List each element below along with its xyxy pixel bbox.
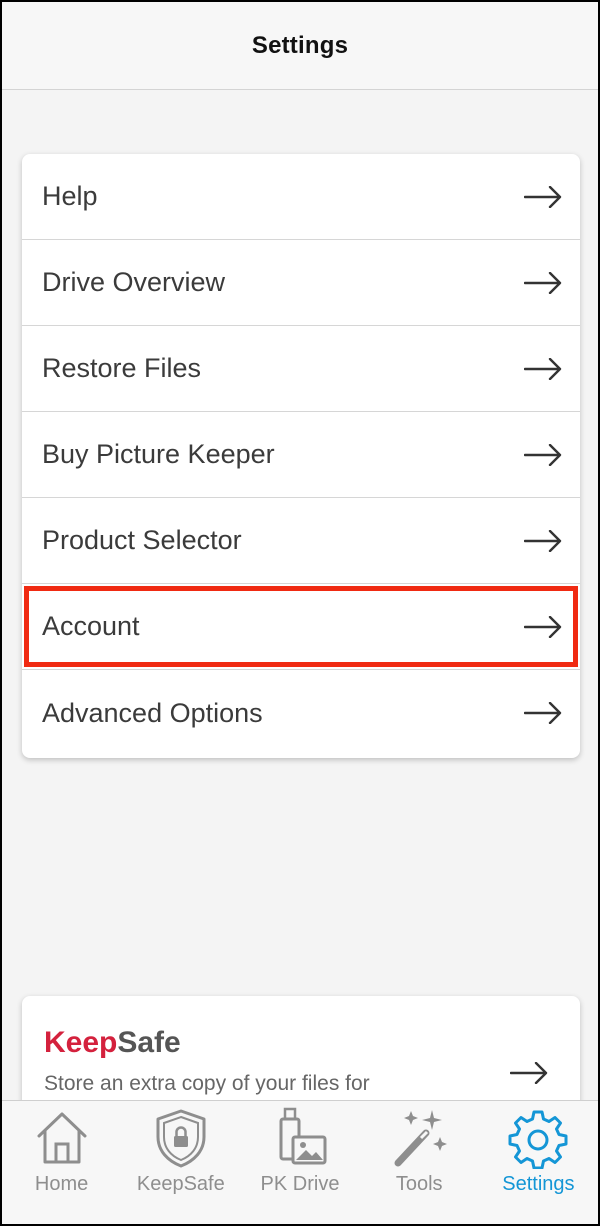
menu-item-buy-picture-keeper[interactable]: Buy Picture Keeper [22, 412, 580, 498]
nav-header: Settings [2, 2, 598, 90]
keepsafe-description: Store an extra copy of your files for [44, 1072, 370, 1095]
tab-pk-drive[interactable]: PK Drive [240, 1101, 359, 1224]
tab-label: Tools [395, 1173, 443, 1195]
arrow-right-icon [510, 1062, 548, 1084]
menu-item-advanced-options[interactable]: Advanced Options [22, 670, 580, 756]
magic-wand-icon [394, 1110, 448, 1167]
menu-item-label: Product Selector [42, 525, 242, 555]
menu-item-help[interactable]: Help [22, 154, 580, 240]
tab-tools[interactable]: Tools [360, 1101, 479, 1224]
arrow-right-icon [524, 357, 562, 380]
tab-label: KeepSafe [136, 1173, 225, 1195]
app-screen: Settings Help Drive Overview Restore Fil… [0, 0, 600, 1226]
tab-label: Settings [502, 1173, 575, 1195]
menu-item-restore-files[interactable]: Restore Files [22, 326, 580, 412]
tab-home[interactable]: Home [2, 1101, 121, 1224]
menu-item-label: Account [42, 611, 140, 641]
menu-item-label: Help [42, 181, 98, 211]
keepsafe-logo-text: KeepSafe [44, 1026, 181, 1059]
menu-item-product-selector[interactable]: Product Selector [22, 498, 580, 584]
tab-label: PK Drive [260, 1173, 340, 1195]
tab-bar: Home KeepSafe PK Drive Tools Settings [2, 1100, 598, 1224]
arrow-right-icon [524, 271, 562, 294]
settings-menu: Help Drive Overview Restore Files Buy Pi… [22, 154, 580, 758]
usb-drive-icon [279, 1107, 327, 1165]
shield-lock-icon [156, 1109, 206, 1168]
arrow-right-icon [524, 615, 562, 638]
gear-icon [508, 1110, 568, 1169]
home-icon [37, 1112, 87, 1164]
tab-label: Home [34, 1173, 89, 1195]
page-title: Settings [251, 31, 349, 59]
arrow-right-icon [524, 443, 562, 466]
tab-keepsafe[interactable]: KeepSafe [121, 1101, 240, 1224]
arrow-right-icon [524, 529, 562, 552]
menu-item-drive-overview[interactable]: Drive Overview [22, 240, 580, 326]
menu-item-account[interactable]: Account [22, 584, 580, 670]
arrow-right-icon [524, 185, 562, 208]
menu-item-label: Restore Files [42, 353, 202, 383]
menu-item-label: Advanced Options [42, 697, 263, 728]
menu-item-label: Buy Picture Keeper [42, 439, 275, 469]
menu-item-label: Drive Overview [42, 267, 226, 297]
tab-settings[interactable]: Settings [479, 1101, 598, 1224]
arrow-right-icon [524, 702, 562, 724]
